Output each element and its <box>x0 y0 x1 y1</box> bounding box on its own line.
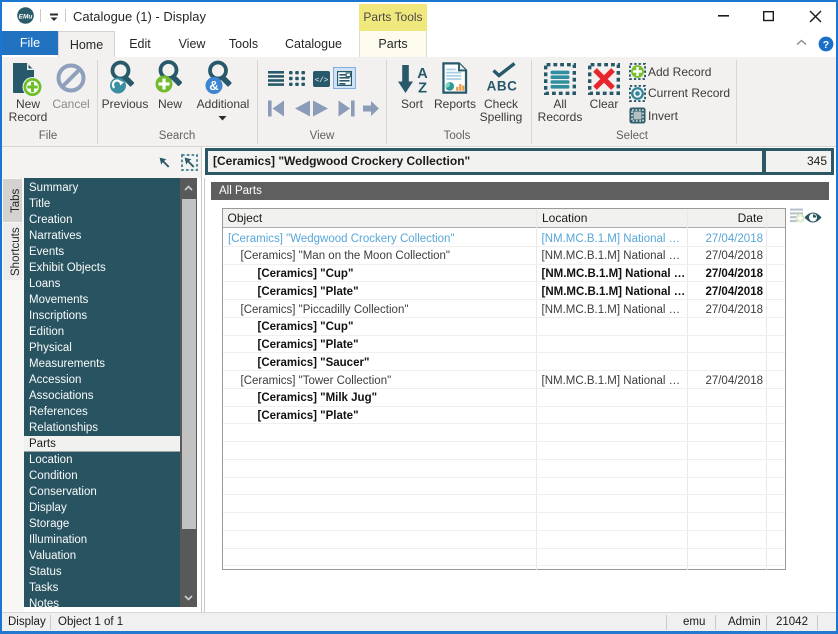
svg-text:EMu: EMu <box>19 13 33 20</box>
svg-text:?: ? <box>823 39 829 51</box>
svg-text:</>: </> <box>315 77 329 85</box>
svg-text:Z: Z <box>418 81 427 96</box>
svg-text:&: & <box>209 78 218 93</box>
svg-text:ABC: ABC <box>487 79 517 94</box>
